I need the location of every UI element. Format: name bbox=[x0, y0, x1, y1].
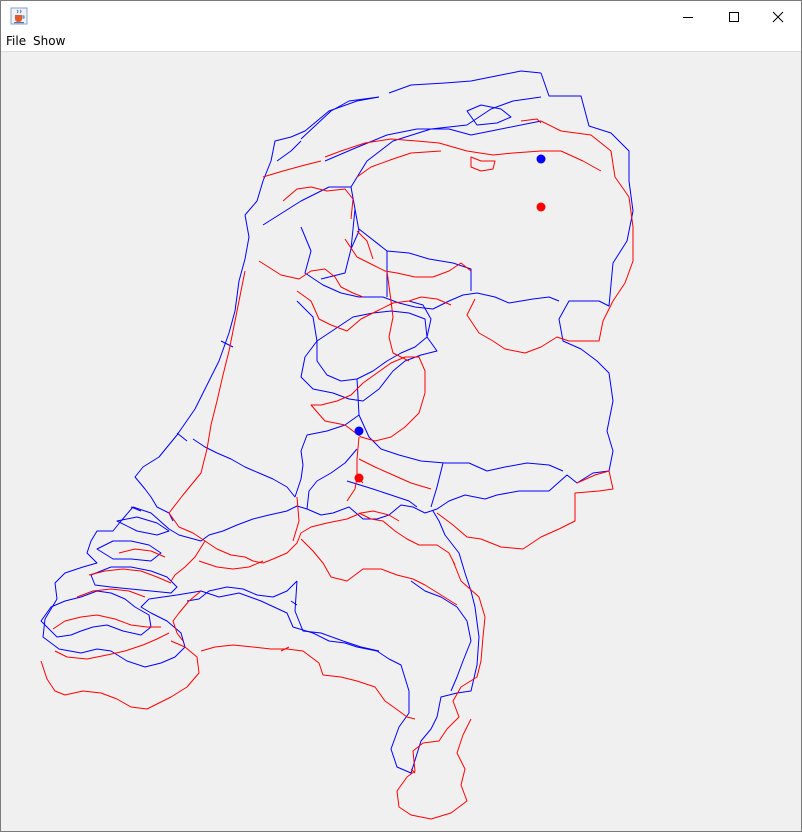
red-west-coast bbox=[168, 160, 400, 582]
marker-red-center[interactable] bbox=[354, 473, 364, 483]
red-small-features bbox=[280, 118, 542, 774]
blue-boundary-layer bbox=[40, 70, 634, 774]
blue-islands-small bbox=[130, 104, 512, 606]
blue-flevoland bbox=[316, 310, 428, 382]
app-window: File Show bbox=[0, 0, 802, 832]
map-markers bbox=[354, 154, 546, 483]
red-ijsselmeer bbox=[258, 238, 472, 442]
blue-southern-inland bbox=[186, 580, 472, 692]
map-canvas[interactable] bbox=[1, 52, 801, 831]
blue-ijsselmeer bbox=[296, 96, 560, 402]
red-south bbox=[172, 538, 458, 720]
blue-northwest-coast bbox=[134, 96, 380, 522]
red-north-coast bbox=[282, 138, 602, 220]
blue-provinces bbox=[192, 208, 564, 510]
blue-outline-coast bbox=[42, 72, 634, 774]
marker-blue-center[interactable] bbox=[354, 426, 364, 436]
marker-blue-north[interactable] bbox=[536, 154, 546, 164]
netherlands-map bbox=[40, 70, 634, 820]
red-outline-coast bbox=[396, 120, 634, 820]
marker-red-north[interactable] bbox=[536, 202, 546, 212]
blue-afsluitdijk bbox=[262, 186, 360, 250]
blue-islands bbox=[300, 70, 542, 162]
